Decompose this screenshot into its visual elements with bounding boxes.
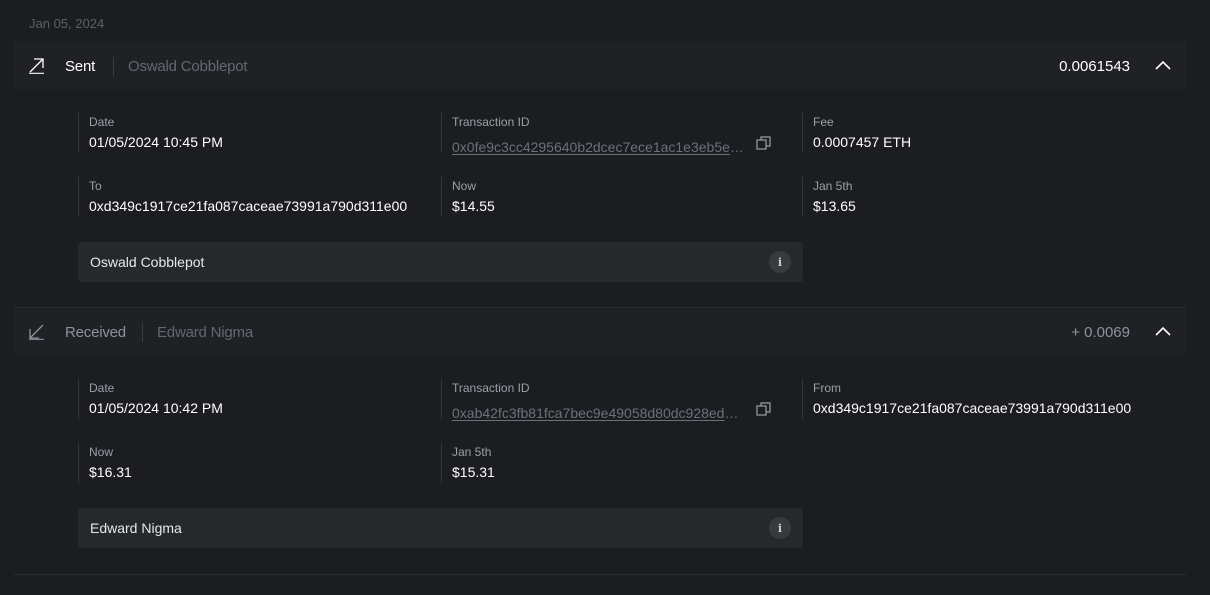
to-label: To: [89, 179, 102, 193]
date-label: Date: [89, 115, 115, 129]
note-box[interactable]: Edward Nigma i: [78, 508, 803, 548]
transaction-sent: Sent Oswald Cobblepot 0.0061543 Date 01/…: [14, 43, 1186, 308]
date-group-header: Jan 05, 2024: [29, 16, 105, 31]
date-label: Date: [89, 381, 115, 395]
historic-value: $13.65: [813, 198, 856, 214]
historic-label: Jan 5th: [813, 179, 853, 193]
fee-label: Fee: [813, 115, 834, 129]
info-icon[interactable]: i: [769, 251, 791, 273]
transaction-details: Date 01/05/2024 10:45 PM Transaction ID …: [14, 89, 1186, 307]
historic-label: Jan 5th: [452, 445, 492, 459]
note-text: Edward Nigma: [90, 520, 182, 536]
transaction-id-field: Transaction ID 0x0fe9c3cc4295640b2dcec7e…: [441, 113, 772, 155]
transaction-header[interactable]: Received Edward Nigma + 0.0069: [14, 309, 1186, 355]
transaction-id-label: Transaction ID: [452, 381, 530, 395]
chevron-up-icon[interactable]: [1154, 324, 1172, 338]
fee-value: 0.0007457 ETH: [813, 134, 912, 150]
historic-value: $15.31: [452, 464, 495, 480]
date-value: 01/05/2024 10:42 PM: [89, 400, 223, 416]
now-value-field: Now $14.55: [441, 177, 495, 217]
info-icon[interactable]: i: [769, 517, 791, 539]
now-value-field: Now $16.31: [78, 443, 132, 483]
header-divider: [113, 57, 114, 76]
transaction-header[interactable]: Sent Oswald Cobblepot 0.0061543: [14, 43, 1186, 89]
note-text: Oswald Cobblepot: [90, 254, 205, 270]
copy-icon[interactable]: [756, 402, 772, 416]
transaction-id-link[interactable]: 0x0fe9c3cc4295640b2dcec7ece1ac1e3eb5e8…: [452, 139, 744, 155]
transaction-amount: + 0.0069: [1071, 324, 1130, 341]
historic-value-field: Jan 5th $13.65: [802, 177, 856, 217]
chevron-up-icon[interactable]: [1154, 58, 1172, 72]
from-label: From: [813, 381, 841, 395]
transaction-id-field: Transaction ID 0xab42fc3fb81fca7bec9e490…: [441, 379, 772, 421]
to-address: 0xd349c1917ce21fa087caceae73991a790d311e…: [89, 198, 408, 214]
transaction-received: Received Edward Nigma + 0.0069 Date 01/0…: [14, 309, 1186, 575]
note-box[interactable]: Oswald Cobblepot i: [78, 242, 803, 282]
from-field: From 0xd349c1917ce21fa087caceae73991a790…: [802, 379, 1131, 419]
copy-icon[interactable]: [756, 136, 772, 150]
date-field: Date 01/05/2024 10:45 PM: [78, 113, 223, 153]
transaction-details: Date 01/05/2024 10:42 PM Transaction ID …: [14, 355, 1186, 574]
now-value: $14.55: [452, 198, 495, 214]
now-label: Now: [89, 445, 114, 459]
transaction-id-label: Transaction ID: [452, 115, 530, 129]
date-field: Date 01/05/2024 10:42 PM: [78, 379, 223, 419]
date-value: 01/05/2024 10:45 PM: [89, 134, 223, 150]
counterparty-name: Oswald Cobblepot: [128, 58, 248, 75]
historic-value-field: Jan 5th $15.31: [441, 443, 495, 483]
header-divider: [142, 323, 143, 342]
to-field: To 0xd349c1917ce21fa087caceae73991a790d3…: [78, 177, 407, 217]
direction-label: Sent: [65, 58, 96, 75]
arrow-up-right-icon: [29, 58, 44, 74]
now-label: Now: [452, 179, 477, 193]
counterparty-name: Edward Nigma: [157, 324, 253, 341]
now-value: $16.31: [89, 464, 132, 480]
direction-label: Received: [65, 324, 126, 341]
transaction-id-link[interactable]: 0xab42fc3fb81fca7bec9e49058d80dc928ed5…: [452, 405, 744, 421]
fee-field: Fee 0.0007457 ETH: [802, 113, 911, 153]
from-address: 0xd349c1917ce21fa087caceae73991a790d311e…: [813, 400, 1132, 416]
arrow-down-left-icon: [29, 324, 44, 340]
transaction-amount: 0.0061543: [1059, 58, 1130, 75]
